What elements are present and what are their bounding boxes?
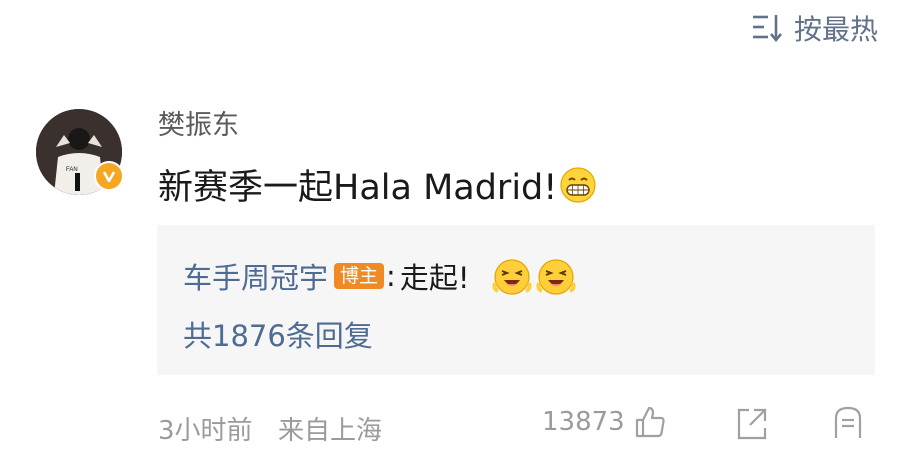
reply-text: 走起! (399, 261, 470, 295)
like-button[interactable]: 13873 (542, 404, 667, 440)
sort-label: 按最热 (793, 13, 878, 46)
reply-preview-box[interactable]: 车手周冠宇 博主 : 走起! 共1876条回复 (157, 225, 875, 375)
reply-count-link[interactable]: 共1876条回复 (183, 313, 373, 355)
comment-bubble-icon (834, 406, 862, 438)
grin-emoji-icon (559, 166, 597, 204)
svg-text:FAN: FAN (66, 167, 78, 173)
reply-separator: : (386, 259, 396, 293)
sort-icon (750, 11, 786, 45)
share-icon (737, 408, 767, 440)
comment-button[interactable] (830, 404, 866, 444)
reply-author[interactable]: 车手周冠宇 (183, 255, 328, 297)
comment-text: 新赛季一起Hala Madrid! (158, 168, 558, 208)
thumbs-up-icon (635, 406, 665, 438)
avatar-wrapper[interactable]: FAN (36, 109, 124, 195)
op-badge: 博主 (334, 263, 385, 289)
verified-v-icon (102, 171, 116, 183)
reply-preview-line: 车手周冠宇 博主 : 走起! (183, 255, 577, 297)
comment-footer: 3小时前 来自上海 13873 (158, 404, 908, 448)
laughing-emoji-icon (536, 259, 577, 295)
laughing-emoji-icon (492, 259, 533, 295)
comment-content: 新赛季一起Hala Madrid! (158, 159, 597, 210)
share-button[interactable] (734, 404, 770, 444)
comment-username[interactable]: 樊振东 (158, 103, 239, 142)
sort-toggle[interactable]: 按最热 (750, 8, 878, 48)
comment-source: 来自上海 (278, 416, 383, 446)
reply-emojis (491, 255, 577, 297)
like-count: 13873 (542, 407, 625, 437)
verified-badge (94, 161, 124, 191)
comment-time: 3小时前 (158, 416, 253, 446)
